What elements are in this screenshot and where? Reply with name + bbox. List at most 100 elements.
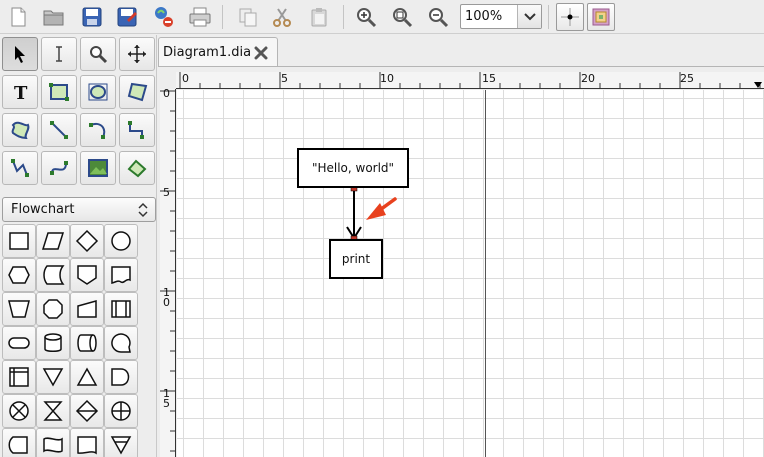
- paste-icon[interactable]: [305, 3, 333, 31]
- ellipse-tool[interactable]: [80, 75, 116, 109]
- shape-card[interactable]: [70, 428, 104, 457]
- export-icon[interactable]: [150, 3, 178, 31]
- or-shape-icon: [111, 401, 131, 421]
- shape-merge[interactable]: [36, 360, 70, 394]
- toolbar-separator: [548, 5, 549, 29]
- shape-delay[interactable]: [104, 360, 138, 394]
- shape-offpage[interactable]: [70, 258, 104, 292]
- beziergon-tool[interactable]: [2, 113, 38, 147]
- print-icon[interactable]: [186, 3, 214, 31]
- shape-merge-alt[interactable]: [104, 428, 138, 457]
- snap-grid-icon: [561, 8, 579, 26]
- sort-shape-icon: [75, 399, 99, 423]
- shape-summing-junction[interactable]: [2, 394, 36, 428]
- shape-manual-input[interactable]: [70, 292, 104, 326]
- shape-punched-tape[interactable]: [36, 428, 70, 457]
- diamond-shape-icon: [75, 229, 99, 253]
- shape-manual-operation[interactable]: [2, 292, 36, 326]
- arc-tool[interactable]: [80, 113, 116, 147]
- direct-data-shape-icon: [77, 334, 97, 352]
- polyline-tool[interactable]: [2, 151, 38, 185]
- shape-decision[interactable]: [70, 224, 104, 258]
- ruler-tick-label: 20: [581, 72, 595, 85]
- line-tool[interactable]: [41, 113, 77, 147]
- text-tool-icon: T: [14, 83, 28, 102]
- toolbar-separator: [222, 5, 223, 29]
- image-tool[interactable]: [80, 151, 116, 185]
- shape-internal-storage[interactable]: [2, 360, 36, 394]
- shape-sort[interactable]: [70, 394, 104, 428]
- ruler-tick-label: 1 0: [163, 286, 170, 309]
- tab-label: Diagram1.dia: [163, 45, 252, 60]
- outline-tool[interactable]: [119, 151, 155, 185]
- shape-preparation[interactable]: [2, 258, 36, 292]
- shape-sequential-data[interactable]: [104, 326, 138, 360]
- sheet-selector[interactable]: Flowchart: [2, 197, 156, 222]
- shape-stored-data[interactable]: [36, 258, 70, 292]
- shape-document[interactable]: [104, 258, 138, 292]
- node-hello-world[interactable]: "Hello, world": [297, 148, 409, 188]
- text-edit-tool[interactable]: [41, 37, 77, 71]
- shape-or[interactable]: [104, 394, 138, 428]
- predefined-process-shape-icon: [111, 300, 131, 318]
- tab-diagram1[interactable]: Diagram1.dia: [158, 37, 278, 67]
- chevron-down-icon[interactable]: [517, 5, 541, 28]
- pointer-icon: [15, 46, 25, 63]
- display-shape-icon: [8, 436, 28, 454]
- shape-display[interactable]: [2, 428, 36, 457]
- cut-icon[interactable]: [268, 3, 296, 31]
- shape-predefined-process[interactable]: [104, 292, 138, 326]
- bezier-tool[interactable]: [41, 151, 77, 185]
- close-icon[interactable]: [253, 45, 269, 61]
- horizontal-ruler: 0 5 10 15 20 25: [176, 72, 764, 89]
- shape-connector[interactable]: [104, 224, 138, 258]
- diagram-canvas[interactable]: "Hello, world" print: [177, 90, 764, 457]
- box-tool[interactable]: [41, 75, 77, 109]
- ruler-tick-label: 0: [163, 87, 170, 100]
- polyline-tool-icon: [11, 159, 29, 177]
- snap-to-grid-toggle[interactable]: [556, 3, 584, 31]
- open-folder-icon[interactable]: [40, 3, 68, 31]
- ruler-tick-label: 1 5: [163, 387, 170, 410]
- beziergon-tool-icon: [11, 121, 30, 140]
- shape-extract[interactable]: [70, 360, 104, 394]
- hexagon-shape-icon: [8, 266, 30, 284]
- text-tool[interactable]: T: [2, 75, 38, 109]
- shape-octagon[interactable]: [36, 292, 70, 326]
- zoom-in-icon[interactable]: [352, 3, 380, 31]
- tab-strip-border: [158, 66, 764, 67]
- zigzag-tool[interactable]: [119, 113, 155, 147]
- vertical-ruler: 0 5 1 0 1 5: [160, 87, 176, 457]
- shape-direct-data[interactable]: [70, 326, 104, 360]
- main-toolbar: 100%: [0, 0, 764, 34]
- arc-tool-icon: [89, 123, 106, 139]
- summing-junction-shape-icon: [9, 401, 29, 421]
- node-print[interactable]: print: [329, 239, 383, 279]
- new-file-icon[interactable]: [4, 3, 32, 31]
- merge-shape-icon: [42, 368, 64, 387]
- copy-icon[interactable]: [234, 3, 262, 31]
- ellipse-tool-icon: [88, 83, 108, 101]
- delay-shape-icon: [111, 368, 130, 386]
- snap-to-objects-toggle[interactable]: [587, 3, 615, 31]
- offpage-shape-icon: [77, 265, 97, 285]
- annotation-arrow-head: [366, 203, 386, 220]
- zoom-fit-icon[interactable]: [388, 3, 416, 31]
- save-icon[interactable]: [78, 3, 106, 31]
- trapezoid-shape-icon: [8, 300, 30, 318]
- polygon-tool-icon: [127, 82, 148, 102]
- toolbox-panel: T Flowchart: [0, 35, 157, 457]
- shape-database[interactable]: [36, 326, 70, 360]
- scroll-tool[interactable]: [119, 37, 155, 71]
- shape-input-output[interactable]: [36, 224, 70, 258]
- magnify-tool[interactable]: [80, 37, 116, 71]
- document-shape-icon: [111, 266, 131, 284]
- shape-terminal[interactable]: [2, 326, 36, 360]
- shape-process[interactable]: [2, 224, 36, 258]
- zoom-level-combobox[interactable]: 100%: [460, 4, 542, 29]
- zoom-out-icon[interactable]: [424, 3, 452, 31]
- polygon-tool[interactable]: [119, 75, 155, 109]
- pointer-tool[interactable]: [2, 37, 38, 71]
- save-as-icon[interactable]: [113, 3, 141, 31]
- shape-collate[interactable]: [36, 394, 70, 428]
